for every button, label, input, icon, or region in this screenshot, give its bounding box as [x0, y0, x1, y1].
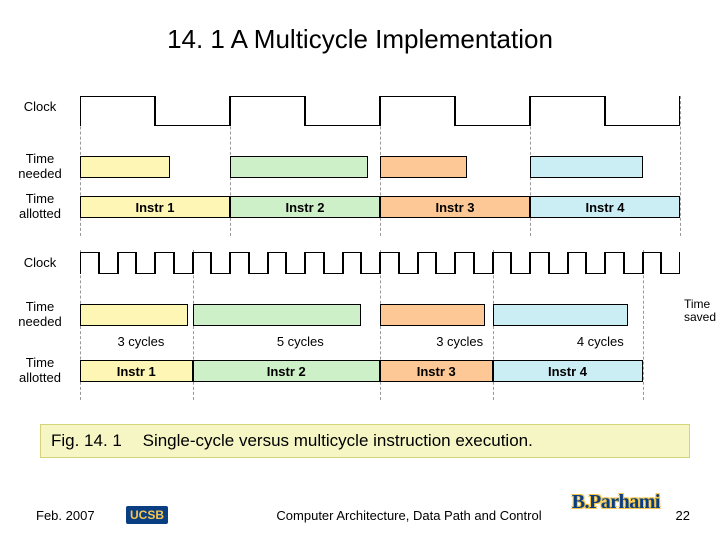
mc-needed-seg [493, 304, 628, 326]
sc-allotted-seg: Instr 1 [80, 196, 230, 218]
label-time-needed-sc: Time needed [0, 152, 80, 182]
label-time-allotted-mc: Time allotted [0, 356, 80, 386]
sc-allotted-row: Instr 1Instr 2Instr 3Instr 4 [80, 196, 680, 218]
sc-needed-gap [643, 156, 681, 178]
sc-allotted-seg: Instr 2 [230, 196, 380, 218]
cycle-count-label: 3 cycles [85, 334, 198, 349]
mc-allotted-row: Instr 1Instr 2Instr 3Instr 4 [80, 360, 680, 382]
sc-needed-seg [230, 156, 368, 178]
mc-needed-gap [361, 304, 380, 326]
mc-allotted-seg: Instr 1 [80, 360, 193, 382]
figure-text: Single-cycle versus multicycle instructi… [143, 431, 533, 450]
mc-needed-seg [193, 304, 362, 326]
cycle-count-label: 5 cycles [207, 334, 395, 349]
cycle-count-label: 4 cycles [525, 334, 675, 349]
mc-needed-seg [80, 304, 188, 326]
footer-date: Feb. 2007 [36, 508, 126, 523]
sc-needed-gap [467, 156, 530, 178]
label-clock-mc: Clock [0, 256, 80, 271]
cycle-count-label: 3 cycles [403, 334, 516, 349]
mc-cycle-labels: 3 cycles 5 cycles 3 cycles 4 cycles [80, 334, 680, 349]
ucsb-logo: UCSB [126, 506, 168, 524]
figure-caption: Fig. 14. 1 Single-cycle versus multicycl… [40, 424, 690, 458]
multi-cycle-clock [80, 252, 680, 274]
mc-needed-seg [380, 304, 485, 326]
mc-allotted-seg: Instr 3 [380, 360, 493, 382]
label-time-saved: Time saved [684, 298, 716, 324]
mc-needed-row [80, 304, 680, 326]
single-cycle-clock [80, 96, 680, 126]
sc-needed-seg [80, 156, 170, 178]
sc-needed-seg [380, 156, 467, 178]
sc-allotted-seg: Instr 3 [380, 196, 530, 218]
mc-needed-gap [485, 304, 493, 326]
sc-allotted-seg: Instr 4 [530, 196, 680, 218]
figure-number: Fig. 14. 1 [51, 431, 122, 450]
page-title: 14. 1 A Multicycle Implementation [0, 24, 720, 55]
sc-needed-seg [530, 156, 643, 178]
mc-allotted-seg: Instr 2 [193, 360, 381, 382]
label-time-needed-mc: Time needed [0, 300, 80, 330]
mc-needed-gap [628, 304, 643, 326]
mc-allotted-seg: Instr 4 [493, 360, 643, 382]
sc-needed-row [80, 156, 680, 178]
label-time-allotted-sc: Time allotted [0, 192, 80, 222]
author-signature: B.Parhami [572, 491, 660, 514]
sc-needed-gap [368, 156, 380, 178]
ucsb-badge: UCSB [126, 506, 168, 524]
sc-needed-gap [170, 156, 230, 178]
label-clock-sc: Clock [0, 100, 80, 115]
